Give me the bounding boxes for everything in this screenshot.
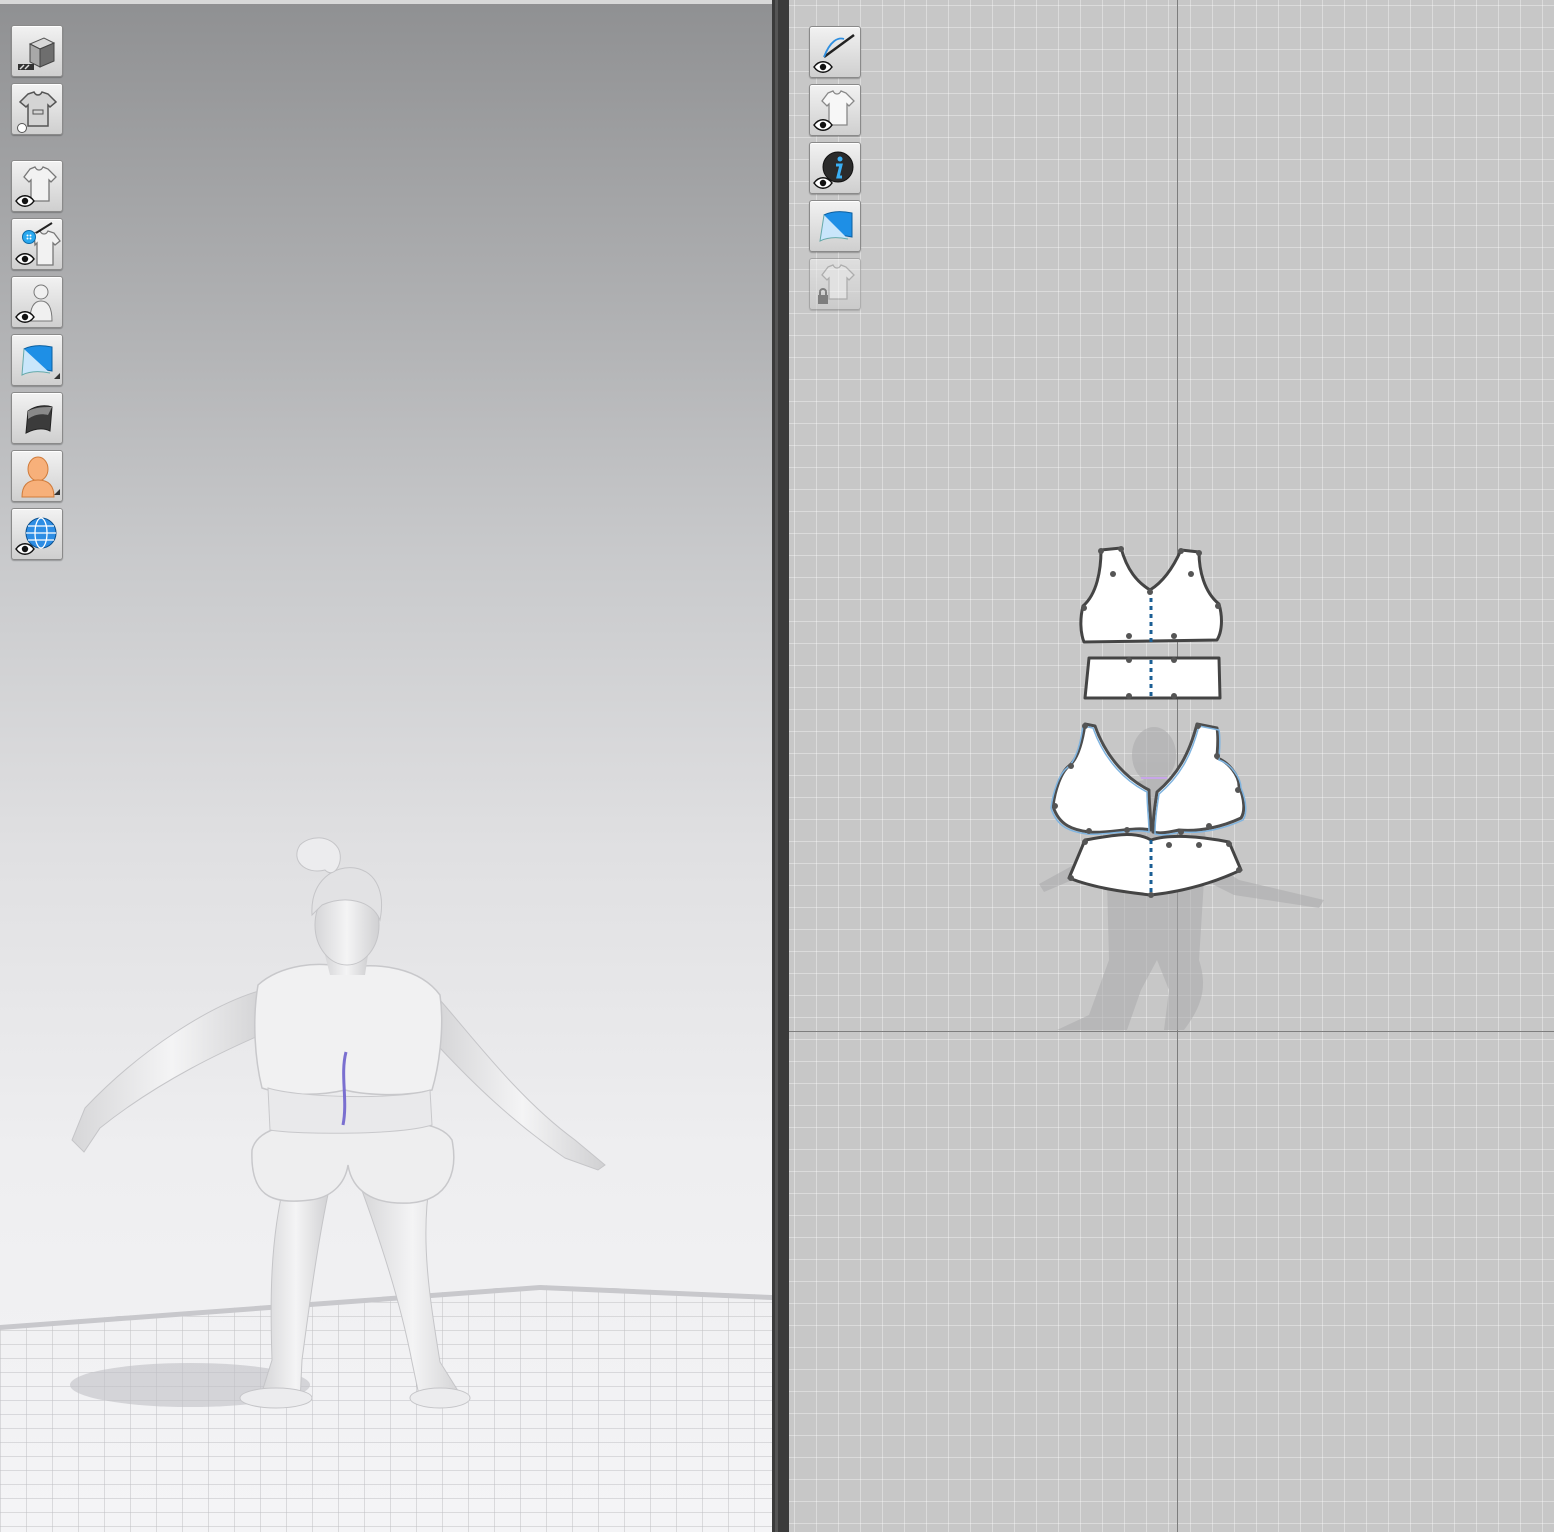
fabric-swatch-icon [819,211,853,242]
info-icon [813,151,854,189]
cube-icon [18,37,56,70]
avatar-appearance-button[interactable] [11,450,63,502]
eye-tshirt-icon [15,166,57,207]
fabric-texture-button[interactable] [11,334,63,386]
viewport-divider[interactable] [772,0,789,1532]
show-piece-info-button[interactable] [809,142,861,194]
show-trims-button[interactable] [11,218,63,270]
globe-icon [15,517,57,555]
surface-icon [25,405,53,434]
fabric-swatch-icon [21,345,60,379]
eye-button-tshirt-icon [15,222,61,266]
avatar-skin-icon [21,456,60,498]
surface-render-button[interactable] [11,392,63,444]
lock-garment-button[interactable] [809,258,861,310]
3d-view-mode-button[interactable] [11,25,63,77]
tshirt-icon [17,91,58,133]
eye-avatar-icon [15,284,53,323]
pattern-piece-front-bodice[interactable] [1079,546,1223,644]
3d-viewport[interactable] [0,0,772,1532]
show-sewing-lines-button[interactable] [809,26,861,78]
show-garment-button[interactable] [11,160,63,212]
show-2d-texture-button[interactable] [809,200,861,252]
garment-display-button[interactable] [11,83,63,135]
2d-pattern-viewport[interactable] [789,0,1554,1532]
pattern-canvas[interactable] [789,0,1554,1532]
floor-grid [0,1285,772,1532]
eye-tshirt-icon [813,90,855,131]
show-pattern-pieces-button[interactable] [809,84,861,136]
pattern-piece-peplum[interactable] [1067,833,1243,898]
pattern-piece-waistband[interactable] [1083,656,1222,700]
3d-scene[interactable] [0,0,772,1532]
lock-tshirt-icon [818,264,855,304]
show-avatar-button[interactable] [11,276,63,328]
needle-eye-icon [813,33,855,73]
sewing-seam-3d [341,1051,348,1126]
show-environment-button[interactable] [11,508,63,560]
